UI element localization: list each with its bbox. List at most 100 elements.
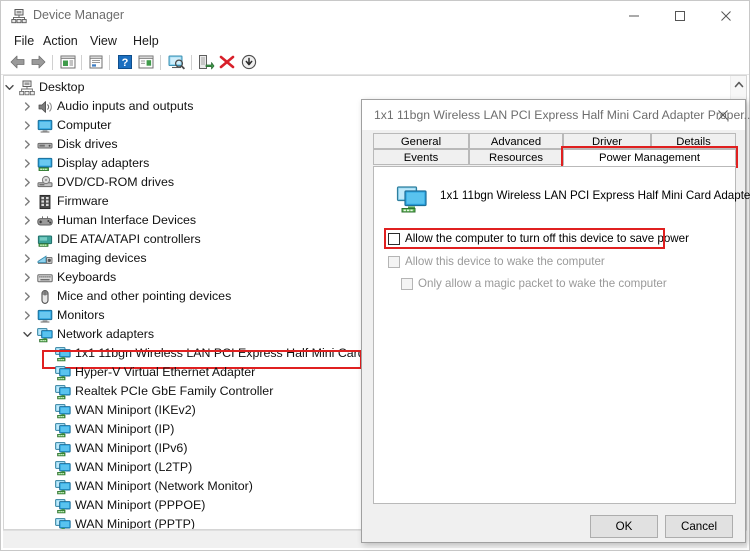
help-icon[interactable]: ? xyxy=(116,54,134,71)
forward-icon[interactable] xyxy=(29,54,47,71)
checkbox-label: Allow the computer to turn off this devi… xyxy=(405,232,689,245)
scan-hardware-changes-icon[interactable] xyxy=(167,54,187,71)
checkbox-label: Allow this device to wake the computer xyxy=(405,255,605,268)
minimize-button[interactable] xyxy=(611,1,657,31)
chevron-right-icon[interactable] xyxy=(20,173,34,192)
tree-node-label: Network adapters xyxy=(57,327,155,341)
optical-drive-icon xyxy=(37,175,53,191)
monitor-icon xyxy=(37,308,53,324)
chevron-right-icon[interactable] xyxy=(20,192,34,211)
tab-events[interactable]: Events xyxy=(373,149,469,165)
tree-node-label: Hyper-V Virtual Ethernet Adapter xyxy=(75,365,256,379)
uninstall-device-icon[interactable] xyxy=(218,54,236,71)
firmware-icon xyxy=(37,194,53,210)
tree-node-label: WAN Miniport (IKEv2) xyxy=(75,403,196,417)
chevron-right-icon[interactable] xyxy=(20,268,34,287)
tree-node-label: Monitors xyxy=(57,308,105,322)
tree-node-label: IDE ATA/ATAPI controllers xyxy=(57,232,201,246)
window-title: Device Manager xyxy=(33,8,125,22)
disk-icon xyxy=(37,137,53,153)
network-adapter-icon xyxy=(37,327,53,343)
chevron-right-icon[interactable] xyxy=(20,249,34,268)
menu-action[interactable]: Action xyxy=(38,33,83,49)
tree-node-label: WAN Miniport (L2TP) xyxy=(75,460,193,474)
menu-view[interactable]: View xyxy=(85,33,122,49)
chevron-right-icon[interactable] xyxy=(20,287,34,306)
chevron-right-icon[interactable] xyxy=(20,116,34,135)
toolbar-separator xyxy=(81,55,82,70)
maximize-button[interactable] xyxy=(657,1,703,31)
checkbox-box[interactable] xyxy=(388,233,400,245)
network-adapter-icon xyxy=(55,517,71,529)
tree-node-label: Audio inputs and outputs xyxy=(57,99,194,113)
tree-node-label: Display adapters xyxy=(57,156,150,170)
back-icon[interactable] xyxy=(9,54,27,71)
tree-node-label: Disk drives xyxy=(57,137,118,151)
chevron-right-icon[interactable] xyxy=(20,306,34,325)
enable-device-icon[interactable] xyxy=(197,54,215,71)
device-manager-icon xyxy=(11,8,27,24)
network-adapter-icon xyxy=(55,365,71,381)
network-adapter-icon xyxy=(55,422,71,438)
tree-node-label: Firmware xyxy=(57,194,109,208)
adapter-properties-dialog: 1x1 11bgn Wireless LAN PCI Express Half … xyxy=(361,99,750,543)
tree-node-label: WAN Miniport (IPv6) xyxy=(75,441,188,455)
toolbar-separator xyxy=(109,55,110,70)
show-hidden-devices-icon[interactable] xyxy=(137,54,155,71)
tree-node-label: WAN Miniport (PPPOE) xyxy=(75,498,206,512)
menu-help[interactable]: Help xyxy=(128,33,164,49)
tree-node[interactable]: Desktop xyxy=(4,78,730,97)
dialog-tabs: General Advanced Driver Details Events R… xyxy=(373,133,738,168)
menu-bar: File Action View Help xyxy=(1,31,749,51)
title-bar: Device Manager xyxy=(1,1,749,31)
tree-node-label: Realtek PCIe GbE Family Controller xyxy=(75,384,274,398)
checkbox-box xyxy=(388,256,400,268)
chevron-right-icon[interactable] xyxy=(20,211,34,230)
toolbar-separator xyxy=(191,55,192,70)
audio-icon xyxy=(37,99,53,115)
tab-details[interactable]: Details xyxy=(651,133,736,149)
tree-node-label: Computer xyxy=(57,118,112,132)
toolbar-separator xyxy=(160,55,161,70)
network-adapter-icon xyxy=(55,346,71,362)
network-adapter-icon xyxy=(55,498,71,514)
device-manager-window: Device Manager File Action View Help ? D… xyxy=(0,0,750,551)
tree-node-label: DVD/CD-ROM drives xyxy=(57,175,175,189)
chevron-right-icon[interactable] xyxy=(20,230,34,249)
cancel-button[interactable]: Cancel xyxy=(665,515,733,538)
scroll-up-arrow-icon[interactable] xyxy=(731,76,746,93)
checkbox-box xyxy=(401,278,413,290)
network-adapter-icon xyxy=(396,185,430,215)
chevron-right-icon[interactable] xyxy=(20,135,34,154)
tab-power-management[interactable]: Power Management xyxy=(563,149,736,166)
mouse-icon xyxy=(37,289,53,305)
tree-node-label: WAN Miniport (PPTP) xyxy=(75,517,196,530)
network-adapter-icon xyxy=(55,460,71,476)
computer-root-icon xyxy=(19,80,35,96)
tree-node-label: Mice and other pointing devices xyxy=(57,289,232,303)
disable-device-icon[interactable] xyxy=(240,54,258,71)
tab-resources[interactable]: Resources xyxy=(469,149,563,165)
dialog-close-button[interactable] xyxy=(701,100,745,130)
power-management-panel: 1x1 11bgn Wireless LAN PCI Express Half … xyxy=(373,166,750,504)
menu-file[interactable]: File xyxy=(9,33,39,49)
device-name-label: 1x1 11bgn Wireless LAN PCI Express Half … xyxy=(440,189,750,202)
dialog-title-bar: 1x1 11bgn Wireless LAN PCI Express Half … xyxy=(362,100,750,130)
close-button[interactable] xyxy=(703,1,749,31)
chevron-right-icon[interactable] xyxy=(20,97,34,116)
network-adapter-icon xyxy=(55,403,71,419)
svg-text:?: ? xyxy=(122,57,129,69)
toolbar: ? xyxy=(1,51,749,75)
properties-icon[interactable] xyxy=(59,54,77,71)
dialog-title: 1x1 11bgn Wireless LAN PCI Express Half … xyxy=(374,108,750,122)
chevron-down-icon[interactable] xyxy=(4,78,16,97)
ide-controller-icon xyxy=(37,232,53,248)
chevron-right-icon[interactable] xyxy=(20,154,34,173)
chevron-down-icon[interactable] xyxy=(20,325,34,344)
tab-advanced[interactable]: Advanced xyxy=(469,133,563,149)
tab-driver[interactable]: Driver xyxy=(563,133,651,149)
ok-button[interactable]: OK xyxy=(590,515,658,538)
imaging-icon xyxy=(37,251,53,267)
update-driver-icon[interactable] xyxy=(87,54,105,71)
tab-general[interactable]: General xyxy=(373,133,469,149)
